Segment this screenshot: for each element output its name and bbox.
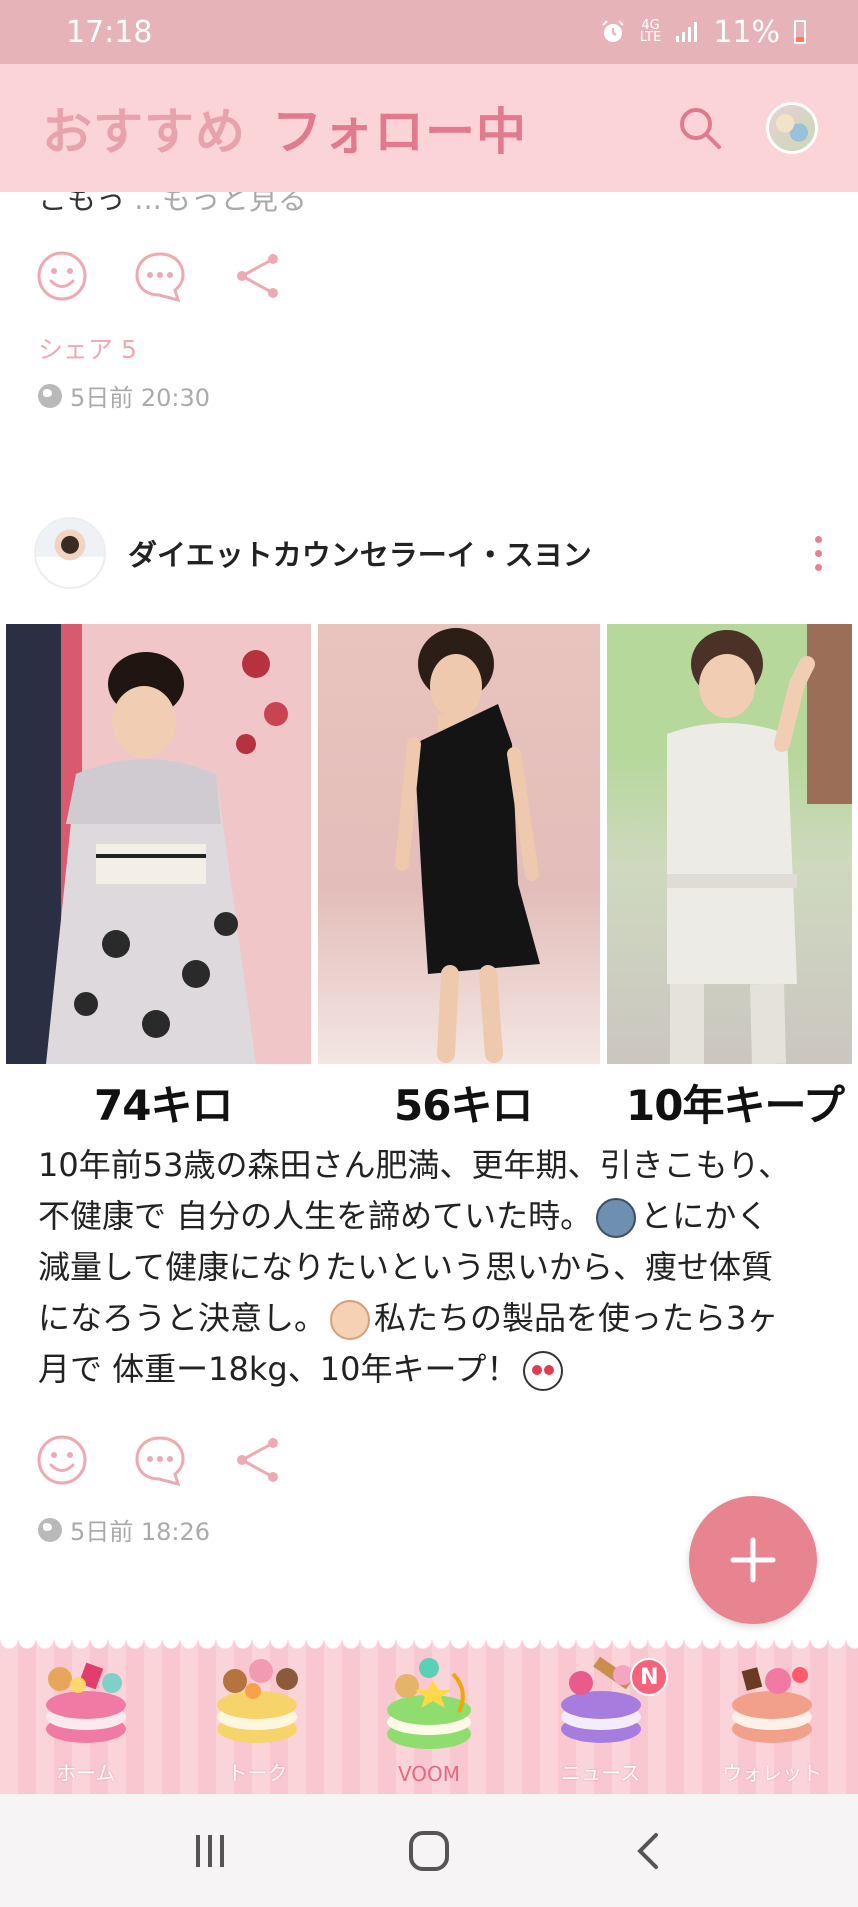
reaction-smile-icon[interactable] (36, 250, 88, 302)
home-button[interactable] (399, 1821, 459, 1881)
crying-emoji-icon (596, 1198, 637, 1238)
battery-icon (794, 20, 806, 44)
caption-middle: 56キロ (394, 1081, 533, 1130)
previous-post-timestamp: 5日前 20:30 (38, 378, 210, 413)
globe-icon (38, 1517, 62, 1542)
bottom-navigation: ホーム トーク VOOM N ニュース ウォレット (0, 1640, 858, 1794)
header-actions (678, 102, 818, 154)
heart-eyes-emoji-icon (522, 1351, 563, 1391)
photo-before[interactable] (6, 624, 311, 1064)
author-name[interactable]: ダイエットカウンセラーイ・スヨン (128, 532, 592, 574)
share-icon[interactable] (232, 250, 284, 302)
alarm-icon (601, 20, 624, 42)
post-line: になろうと決意し。 私たちの製品を使ったら3ヶ (38, 1293, 818, 1344)
post-line: 月で 体重ー18kg、10年キープ！ (38, 1344, 818, 1395)
post-header: ダイエットカウンセラーイ・スヨン (34, 516, 824, 590)
post-line: 不健康で 自分の人生を諦めていた時。 とにかく (38, 1191, 818, 1242)
post-photo-grid[interactable] (6, 624, 852, 1064)
macaron-voom-icon (386, 1658, 471, 1749)
recent-apps-icon (195, 1834, 224, 1867)
nav-talk[interactable]: トーク (172, 1640, 344, 1794)
comment-icon[interactable] (134, 1434, 186, 1487)
top-header: おすすめ フォロー中 (0, 64, 858, 192)
caption-before: 74キロ (94, 1081, 233, 1130)
post-body: 10年前53歳の森田さん肥満、更年期、引きこもり、 不健康で 自分の人生を諦めて… (38, 1140, 818, 1395)
status-indicators: 4G LTE 11% (600, 15, 806, 50)
status-time: 17:18 (66, 14, 153, 50)
macaron-home-icon (45, 1662, 126, 1743)
app-screen: 17:18 4G LTE 11% おすすめ フォロー中 こもっ ...もっと見る… (0, 0, 858, 1907)
home-icon (408, 1830, 449, 1871)
previous-post-actions (36, 250, 284, 303)
nav-news[interactable]: N ニュース (515, 1640, 687, 1794)
fist-emoji-icon (330, 1300, 371, 1340)
nav-voom[interactable]: VOOM (343, 1640, 515, 1794)
back-icon (637, 1832, 659, 1869)
globe-icon (38, 383, 62, 408)
back-button[interactable] (618, 1821, 678, 1881)
share-icon[interactable] (232, 1434, 284, 1486)
photo-after[interactable] (607, 624, 852, 1064)
signal-icon (676, 22, 698, 42)
tab-following[interactable]: フォロー中 (272, 92, 527, 164)
plus-icon (730, 1537, 776, 1583)
share-count[interactable]: シェア 5 (38, 330, 137, 366)
post-actions (36, 1434, 284, 1487)
post-line: 10年前53歳の森田さん肥満、更年期、引きこもり、 (38, 1146, 791, 1184)
author-avatar[interactable] (34, 517, 106, 589)
news-badge: N (630, 1658, 669, 1696)
status-bar: 17:18 4G LTE 11% (0, 0, 858, 64)
profile-avatar[interactable] (766, 102, 818, 154)
photo-middle[interactable] (318, 624, 600, 1064)
more-options-icon[interactable] (812, 535, 824, 571)
caption-after: 10年キープ (626, 1081, 845, 1130)
battery-percent: 11% (713, 14, 780, 50)
macaron-talk-icon (217, 1659, 299, 1743)
system-navigation-bar (0, 1794, 858, 1907)
macaron-wallet-icon (732, 1667, 813, 1743)
post-line: 減量して健康になりたいという思いから、痩せ体質 (38, 1248, 774, 1286)
reaction-smile-icon[interactable] (36, 1434, 88, 1486)
comment-icon[interactable] (134, 250, 186, 303)
recent-apps-button[interactable] (180, 1821, 240, 1881)
post-timestamp: 5日前 18:26 (38, 1512, 210, 1547)
tab-recommended[interactable]: おすすめ (42, 92, 246, 164)
search-icon[interactable] (678, 106, 722, 150)
network-type: 4G LTE (639, 18, 662, 45)
create-post-button[interactable] (689, 1496, 817, 1624)
nav-wallet[interactable]: ウォレット (686, 1640, 858, 1794)
nav-home[interactable]: ホーム (0, 1640, 172, 1794)
